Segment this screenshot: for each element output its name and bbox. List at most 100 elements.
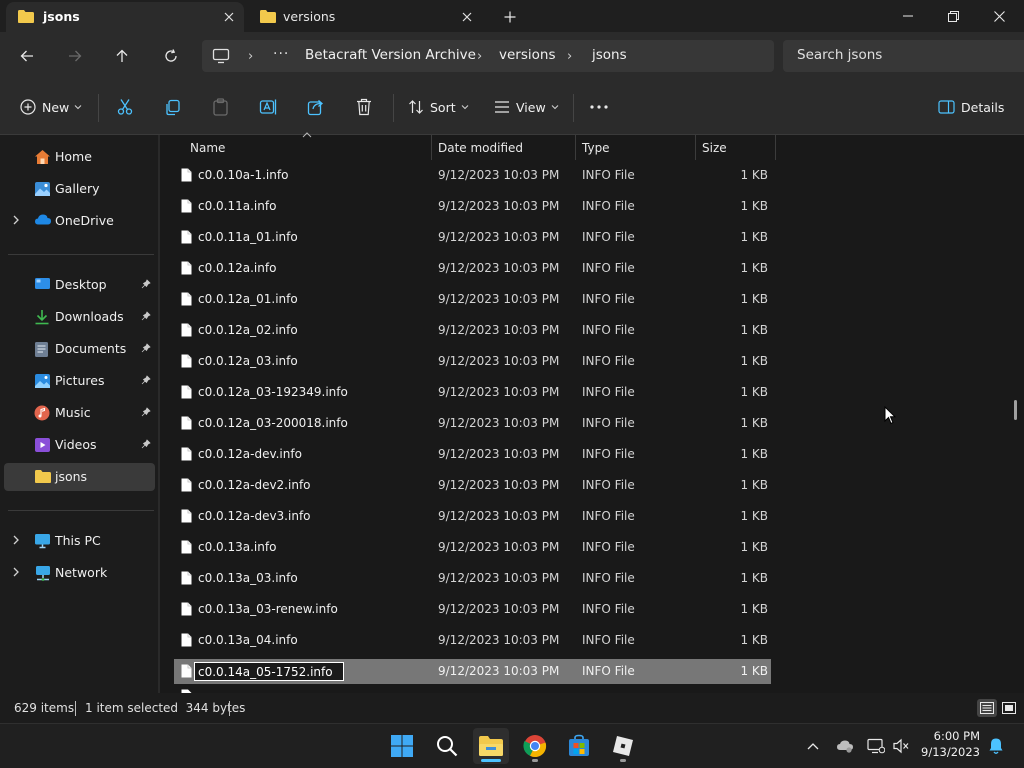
table-row[interactable]: c0.0.12a_02.info 9/12/2023 10:03 PM INFO F… xyxy=(174,318,771,343)
restore-button[interactable] xyxy=(930,0,976,32)
table-row[interactable]: c0.0.12a_03-192349.info 9/12/2023 10:03 P… xyxy=(174,380,771,405)
table-row-renaming[interactable]: 9/12/2023 10:03 PM INFO File 1 KB xyxy=(174,659,771,684)
breadcrumb-betacraft[interactable]: Betacraft Version Archive xyxy=(305,47,476,63)
forward-button[interactable] xyxy=(63,44,87,68)
chevron-right-icon[interactable] xyxy=(12,535,20,545)
start-button[interactable] xyxy=(384,728,420,764)
sidebar-item-downloads[interactable]: Downloads xyxy=(4,303,155,331)
sidebar-item-gallery[interactable]: Gallery xyxy=(4,175,155,203)
column-header-date[interactable]: Date modified xyxy=(432,136,576,160)
rename-input[interactable] xyxy=(194,662,344,681)
notification-bell-icon[interactable] xyxy=(986,736,1006,756)
folder-icon xyxy=(34,469,52,484)
this-pc-icon[interactable] xyxy=(212,48,230,64)
search-input[interactable]: Search jsons xyxy=(797,47,882,63)
table-row[interactable]: c0.0.12a-dev.info 9/12/2023 10:03 PM INFO … xyxy=(174,442,771,467)
share-button[interactable] xyxy=(307,96,325,118)
new-button[interactable]: New xyxy=(20,96,82,118)
tab-jsons[interactable]: jsons xyxy=(6,2,244,32)
table-row[interactable]: c0.0.12a-dev3.info 9/12/2023 10:03 PM INFO… xyxy=(174,504,771,529)
pin-icon[interactable] xyxy=(141,343,151,353)
sidebar-item-home[interactable]: Home xyxy=(4,143,155,171)
chevron-right-icon[interactable]: › xyxy=(477,49,482,64)
sidebar-item-documents[interactable]: Documents xyxy=(4,335,155,363)
breadcrumb-versions[interactable]: versions xyxy=(499,47,555,63)
sidebar-item-this-pc[interactable]: This PC xyxy=(4,527,155,555)
network-tray-icon[interactable] xyxy=(866,736,886,756)
table-row[interactable]: c0.0.10a-1.info 9/12/2023 10:03 PM INFO Fi… xyxy=(174,163,771,188)
close-window-button[interactable] xyxy=(976,0,1022,32)
see-more-button[interactable] xyxy=(590,96,608,118)
close-tab-icon[interactable] xyxy=(220,8,238,26)
vertical-scrollbar[interactable] xyxy=(1014,400,1017,420)
breadcrumb-jsons[interactable]: jsons xyxy=(592,47,627,63)
taskbar-clock[interactable]: 6:00 PM 9/13/2023 xyxy=(921,728,980,760)
column-header-name[interactable]: Name xyxy=(174,136,432,160)
details-button[interactable]: Details xyxy=(938,96,1004,118)
sidebar-item-label: Pictures xyxy=(55,373,105,388)
view-button[interactable]: View xyxy=(494,96,559,118)
file-type: INFO File xyxy=(582,230,635,244)
pin-icon[interactable] xyxy=(141,311,151,321)
show-hidden-icons-button[interactable] xyxy=(803,736,823,756)
up-button[interactable] xyxy=(110,44,134,68)
view-list-icon xyxy=(494,100,510,114)
sidebar-item-label: Documents xyxy=(55,341,127,356)
file-icon xyxy=(181,633,192,647)
back-button[interactable] xyxy=(15,44,39,68)
copy-icon xyxy=(164,99,181,116)
sidebar-item-pictures[interactable]: Pictures xyxy=(4,367,155,395)
new-tab-button[interactable] xyxy=(500,7,520,27)
pin-icon[interactable] xyxy=(141,375,151,385)
sidebar-item-network[interactable]: Network xyxy=(4,559,155,587)
chevron-right-icon[interactable] xyxy=(12,215,20,225)
sidebar-item-music[interactable]: Music xyxy=(4,399,155,427)
sidebar-item-jsons[interactable]: jsons xyxy=(4,463,155,491)
chevron-right-icon[interactable]: › xyxy=(567,49,572,64)
pin-icon[interactable] xyxy=(141,279,151,289)
minimize-button[interactable] xyxy=(885,0,931,32)
column-divider[interactable] xyxy=(775,135,776,160)
sidebar-divider xyxy=(8,510,154,511)
chevron-right-icon[interactable]: › xyxy=(248,49,253,64)
table-row[interactable]: c0.0.12a_01.info 9/12/2023 10:03 PM INFO F… xyxy=(174,287,771,312)
table-row[interactable]: c0.0.11a.info 9/12/2023 10:03 PM INFO File… xyxy=(174,194,771,219)
sidebar-item-desktop[interactable]: Desktop xyxy=(4,271,155,299)
table-row[interactable]: c0.0.12a-dev2.info 9/12/2023 10:03 PM INFO… xyxy=(174,473,771,498)
column-header-size[interactable]: Size xyxy=(696,136,776,160)
table-row[interactable]: c0.0.13a_03.info 9/12/2023 10:03 PM INFO F… xyxy=(174,566,771,591)
more-crumbs-icon[interactable]: ··· xyxy=(273,46,289,62)
table-row[interactable]: c0.0.13a.info 9/12/2023 10:03 PM INFO File… xyxy=(174,535,771,560)
refresh-button[interactable] xyxy=(159,44,183,68)
sort-button[interactable]: Sort xyxy=(408,96,469,118)
copy-button[interactable] xyxy=(164,96,181,118)
pin-icon[interactable] xyxy=(141,407,151,417)
table-row[interactable]: c0.0.13a_04.info 9/12/2023 10:03 PM INFO F… xyxy=(174,628,771,653)
details-view-button[interactable] xyxy=(977,699,997,717)
roblox-icon xyxy=(612,735,634,757)
table-row[interactable]: c0.0.12a_03.info 9/12/2023 10:03 PM INFO F… xyxy=(174,349,771,374)
close-tab-icon[interactable] xyxy=(458,8,476,26)
taskbar-search-button[interactable] xyxy=(429,728,465,764)
sidebar-item-onedrive[interactable]: OneDrive xyxy=(4,207,155,235)
tiles-view-button[interactable] xyxy=(999,699,1019,717)
table-row[interactable]: c0.0.11a_01.info 9/12/2023 10:03 PM INFO F… xyxy=(174,225,771,250)
cut-button[interactable] xyxy=(116,96,134,118)
pin-icon[interactable] xyxy=(141,439,151,449)
table-row[interactable]: c0.0.13a_03-renew.info 9/12/2023 10:03 PM… xyxy=(174,597,771,622)
table-row[interactable]: c0.0.12a.info 9/12/2023 10:03 PM INFO File… xyxy=(174,256,771,281)
onedrive-tray-icon[interactable] xyxy=(835,736,855,756)
taskbar-store[interactable] xyxy=(561,728,597,764)
clock-date: 9/13/2023 xyxy=(921,745,980,759)
delete-button[interactable] xyxy=(356,96,372,118)
status-divider xyxy=(75,701,76,716)
paste-button[interactable] xyxy=(212,96,229,118)
chevron-right-icon[interactable] xyxy=(12,567,20,577)
column-header-type[interactable]: Type xyxy=(576,136,696,160)
column-header-label: Size xyxy=(702,141,727,155)
table-row[interactable]: c0.0.12a_03-200018.info 9/12/2023 10:03 P… xyxy=(174,411,771,436)
sidebar-item-videos[interactable]: Videos xyxy=(4,431,155,459)
volume-muted-icon[interactable] xyxy=(891,736,911,756)
tab-versions[interactable]: versions xyxy=(248,2,482,32)
rename-button[interactable] xyxy=(259,96,278,118)
